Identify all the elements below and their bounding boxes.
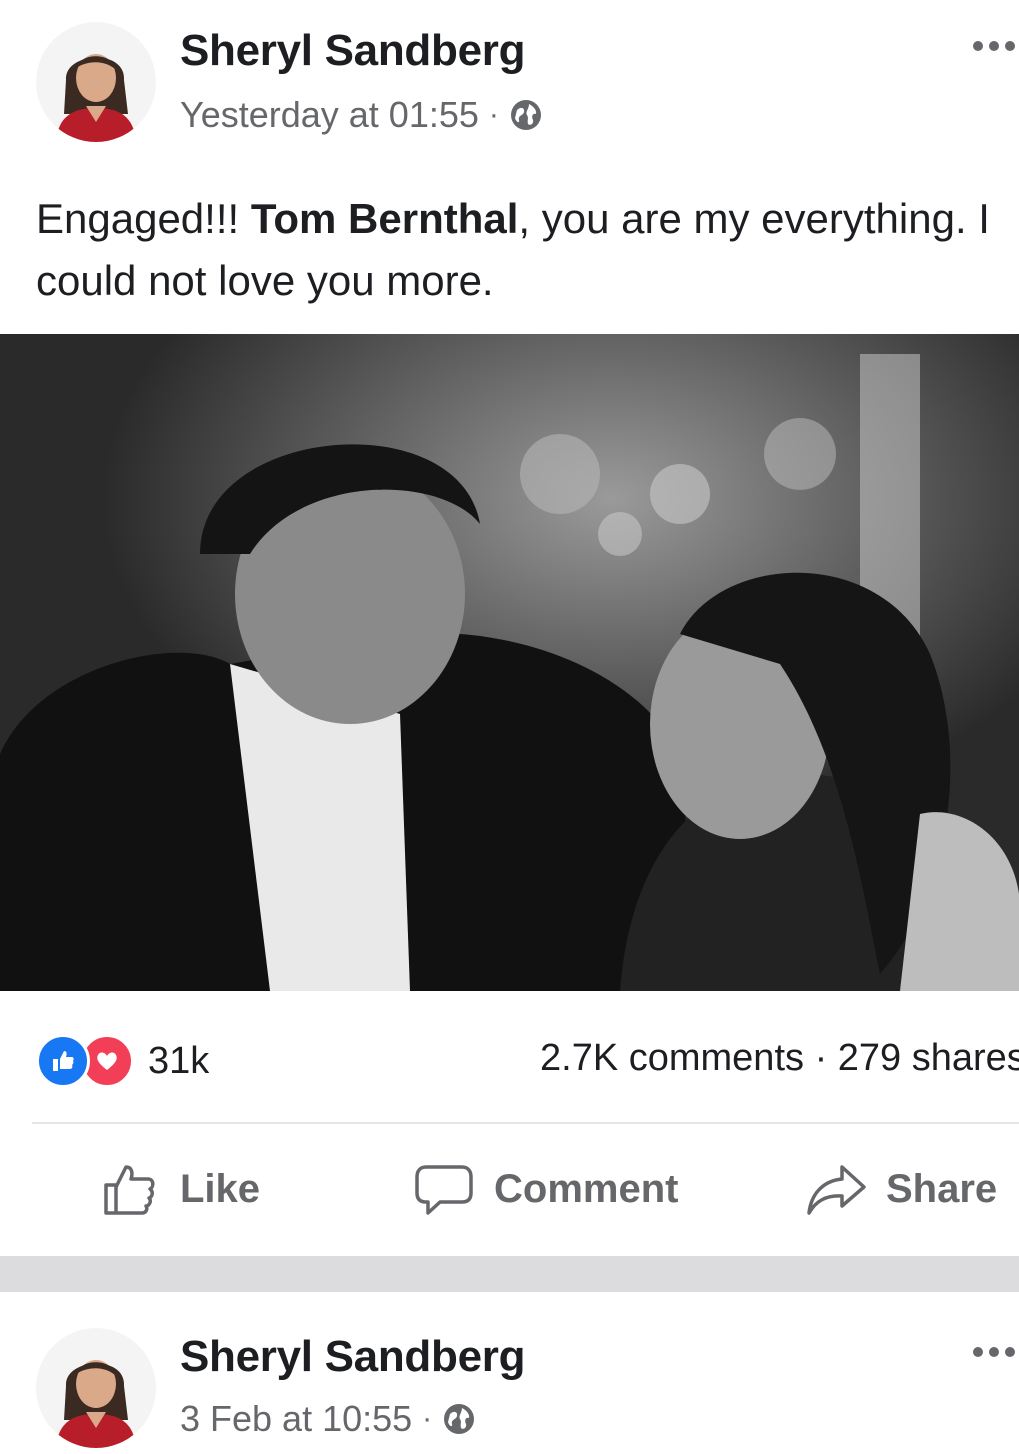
- more-dot: [989, 41, 999, 51]
- comment-icon: [415, 1165, 473, 1215]
- author-avatar[interactable]: [36, 22, 156, 142]
- engagement-stats: 2.7K comments · 279 shares: [540, 1034, 1019, 1082]
- stats-separator: ·: [814, 1037, 828, 1079]
- author-name[interactable]: Sheryl Sandberg: [180, 1332, 525, 1382]
- share-button[interactable]: Share: [806, 1158, 997, 1220]
- more-options-icon[interactable]: [973, 1344, 1017, 1360]
- post-meta: 3 Feb at 10:55 ·: [180, 1398, 476, 1440]
- like-reaction-icon: [36, 1034, 90, 1088]
- author-avatar[interactable]: [36, 1328, 156, 1448]
- share-icon: [807, 1165, 866, 1215]
- post-card: Sheryl Sandberg Yesterday at 01:55 · Eng…: [0, 0, 1019, 1256]
- comment-label: Comment: [494, 1166, 679, 1211]
- author-name[interactable]: Sheryl Sandberg: [180, 26, 525, 76]
- reactions-summary[interactable]: 31k: [36, 1034, 209, 1088]
- more-dot: [1005, 1347, 1015, 1357]
- feed-separator: [0, 1256, 1019, 1292]
- globe-icon[interactable]: [509, 98, 543, 132]
- more-dot: [1005, 41, 1015, 51]
- meta-separator: ·: [422, 1402, 433, 1435]
- more-dot: [973, 1347, 983, 1357]
- comments-count[interactable]: 2.7K comments: [540, 1037, 804, 1079]
- divider: [32, 1122, 1019, 1124]
- post-photo[interactable]: [0, 334, 1019, 991]
- post-timestamp[interactable]: 3 Feb at 10:55: [180, 1398, 412, 1440]
- reaction-count: 31k: [148, 1039, 210, 1082]
- more-dot: [973, 41, 983, 51]
- meta-separator: ·: [488, 98, 499, 131]
- like-button[interactable]: Like: [100, 1158, 260, 1220]
- globe-icon[interactable]: [442, 1402, 476, 1436]
- avatar-image: [36, 22, 156, 142]
- like-label: Like: [180, 1166, 261, 1211]
- post-timestamp[interactable]: Yesterday at 01:55: [180, 94, 479, 136]
- post-text: Engaged!!! Tom Bernthal, you are my ever…: [36, 188, 996, 312]
- post-card: Sheryl Sandberg 3 Feb at 10:55 ·: [0, 1292, 1019, 1454]
- more-options-icon[interactable]: [973, 38, 1017, 54]
- share-label: Share: [886, 1166, 998, 1211]
- mention-link[interactable]: Tom Bernthal: [251, 195, 519, 242]
- post-text-part1: Engaged!!!: [36, 195, 251, 242]
- post-meta: Yesterday at 01:55 ·: [180, 94, 543, 136]
- comment-button[interactable]: Comment: [414, 1158, 678, 1220]
- shares-count[interactable]: 279 shares: [838, 1037, 1019, 1079]
- more-dot: [989, 1347, 999, 1357]
- photo-image: [0, 334, 1019, 991]
- avatar-image: [36, 1328, 156, 1448]
- thumbs-up-icon: [104, 1165, 155, 1215]
